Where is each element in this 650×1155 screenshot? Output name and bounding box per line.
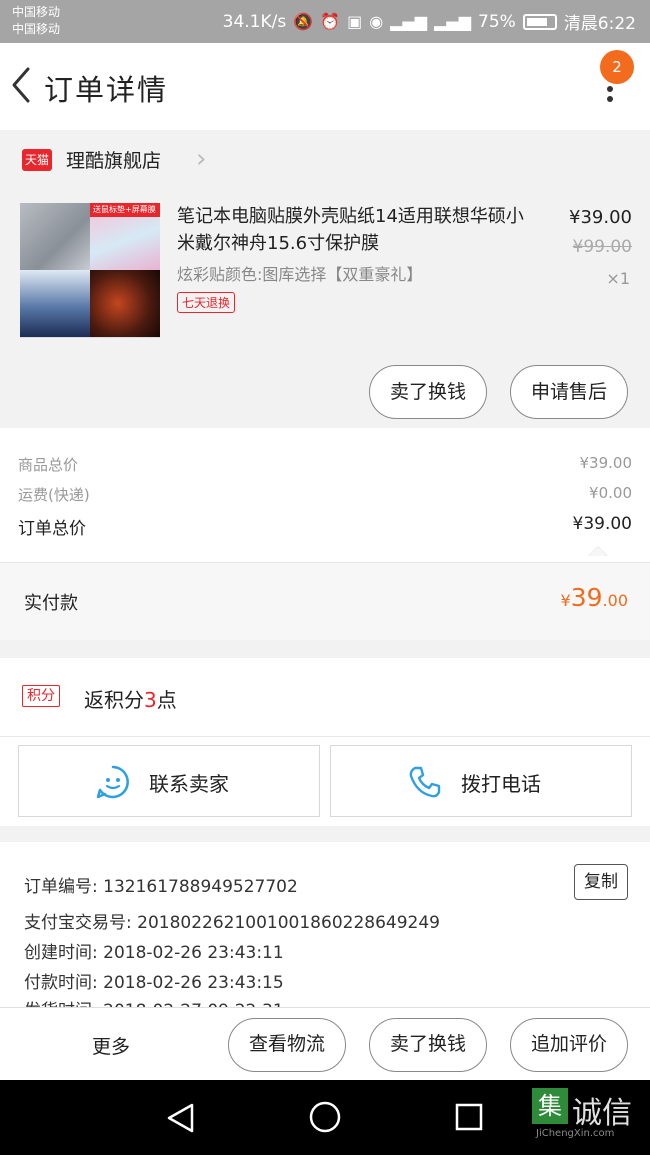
goods-total-label: 商品总价	[18, 456, 79, 474]
product-sku: 炫彩贴颜色:图库选择【双重豪礼】	[177, 265, 423, 284]
battery-icon	[522, 13, 557, 30]
tmall-logo: 天猫	[22, 149, 52, 171]
clock: 清晨6:22	[563, 14, 636, 34]
app-header: 订单详情	[0, 43, 650, 130]
signal-icon: ▂▄▆	[390, 12, 428, 31]
product-price: ¥39.00	[569, 207, 632, 228]
pointer-notch	[588, 546, 608, 556]
product-quantity: ×1	[606, 269, 630, 288]
nav-home-icon[interactable]	[308, 1100, 342, 1134]
chevron-left-icon	[12, 67, 30, 103]
paid-amount: ¥39.00	[561, 583, 628, 612]
product-thumbnail[interactable]: 送鼠标垫+屏幕膜	[20, 203, 160, 338]
view-logistics-button[interactable]: 查看物流	[228, 1018, 346, 1072]
carrier-2: 中国移动	[12, 22, 61, 36]
points-tag: 积分	[22, 685, 60, 707]
chat-face-icon	[96, 765, 129, 799]
points-suffix: 点	[156, 688, 177, 712]
contact-seller-button[interactable]: 联系卖家	[18, 745, 320, 817]
original-price: ¥99.00	[572, 237, 632, 257]
thumbnail-quadrant	[90, 270, 160, 337]
page-title: 订单详情	[44, 73, 169, 107]
dot-icon	[607, 96, 613, 102]
points-row: 积分 返积分3点	[0, 658, 650, 736]
hd-icon: ▣	[347, 12, 363, 31]
paid-time: 付款时间: 2018-02-26 23:43:15	[24, 973, 284, 993]
bottom-action-bar: 更多 查看物流 卖了换钱 追加评价	[0, 1007, 650, 1080]
battery-percent: 75%	[478, 11, 516, 32]
add-review-button[interactable]: 追加评价	[510, 1018, 628, 1072]
thumbnail-quadrant	[20, 270, 90, 337]
eye-icon: ◉	[369, 12, 384, 31]
back-button[interactable]	[6, 63, 40, 107]
system-nav-bar: 集 诚信 JiChengXin.com	[0, 1080, 650, 1155]
store-name: 理酷旗舰店	[66, 150, 162, 172]
nav-recents-icon[interactable]	[454, 1102, 484, 1132]
price-summary: 商品总价 ¥39.00 运费(快递) ¥0.00 订单总价 ¥39.00	[0, 428, 650, 562]
call-phone-button[interactable]: 拨打电话	[330, 745, 632, 817]
goods-total-value: ¥39.00	[579, 454, 633, 472]
shipping-value: ¥0.00	[589, 484, 632, 502]
order-info: 订单编号: 132161788949527702 支付宝交易号: 2018022…	[0, 842, 650, 1008]
points-prefix: 返积分	[84, 688, 144, 712]
chevron-right-icon: ›	[196, 144, 207, 174]
contact-section: 联系卖家 拨打电话	[0, 736, 650, 826]
paid-decimal: .00	[602, 591, 628, 610]
product-name[interactable]: 笔记本电脑贴膜外壳贴纸14适用联想华硕小米戴尔神舟15.6寸保护膜	[177, 203, 529, 257]
points-number: 3	[144, 688, 157, 712]
more-actions-button[interactable]: 更多	[92, 1032, 130, 1059]
call-phone-label: 拨打电话	[461, 772, 541, 796]
paid-integer: 39	[570, 583, 603, 612]
product-card: 送鼠标垫+屏幕膜 笔记本电脑贴膜外壳贴纸14适用联想华硕小米戴尔神舟15.6寸保…	[0, 195, 650, 427]
carrier-1: 中国移动	[12, 5, 61, 19]
nav-back-icon[interactable]	[164, 1102, 198, 1134]
status-icons: 34.1K/s 🔕 ⏰ ▣ ◉ ▂▄▆ ▂▄▆ 75% 清晨6:22	[222, 9, 636, 35]
alarm-icon: ⏰	[320, 12, 341, 31]
watermark-logo: 集	[532, 1088, 568, 1124]
watermark-text: 诚信	[572, 1096, 632, 1131]
points-text: 返积分3点	[84, 684, 177, 713]
goods-total-row: 商品总价 ¥39.00	[18, 454, 632, 475]
order-total-value: ¥39.00	[572, 514, 632, 534]
carrier-info: 中国移动 中国移动	[12, 4, 60, 38]
resell-button[interactable]: 卖了换钱	[369, 365, 487, 419]
resell-bottom-button[interactable]: 卖了换钱	[369, 1018, 487, 1072]
store-row[interactable]: 天猫 理酷旗舰店 ›	[0, 131, 650, 191]
phone-icon	[409, 766, 441, 798]
order-number: 订单编号: 132161788949527702	[24, 877, 298, 897]
watermark: 集 诚信 JiChengXin.com	[532, 1088, 650, 1148]
shipping-label: 运费(快递)	[18, 486, 90, 504]
shipping-row: 运费(快递) ¥0.00	[18, 484, 632, 505]
order-total-label: 订单总价	[18, 519, 86, 539]
copy-button[interactable]: 复制	[574, 864, 628, 900]
order-total-row: 订单总价 ¥39.00	[18, 514, 632, 539]
thumbnail-quadrant	[20, 203, 90, 270]
status-bar: 中国移动 中国移动 34.1K/s 🔕 ⏰ ▣ ◉ ▂▄▆ ▂▄▆ 75% 清晨…	[0, 0, 650, 43]
alipay-number: 支付宝交易号: 2018022621001001860228649249	[24, 913, 440, 933]
gift-tag: 送鼠标垫+屏幕膜	[90, 203, 160, 217]
notification-badge: 2	[600, 50, 634, 84]
watermark-url: JiChengXin.com	[536, 1128, 615, 1139]
dot-icon	[607, 86, 613, 92]
created-time: 创建时间: 2018-02-26 23:43:11	[24, 943, 284, 963]
paid-currency: ¥	[560, 591, 571, 610]
signal-4g-icon: ▂▄▆	[434, 12, 472, 31]
network-speed: 34.1K/s	[222, 11, 287, 32]
return-policy-tag: 七天退换	[177, 292, 236, 313]
contact-seller-label: 联系卖家	[149, 772, 229, 796]
after-sales-button[interactable]: 申请售后	[510, 365, 628, 419]
paid-row: 实付款 ¥39.00	[0, 562, 650, 640]
paid-label: 实付款	[24, 593, 78, 614]
mute-icon: 🔕	[293, 12, 314, 31]
